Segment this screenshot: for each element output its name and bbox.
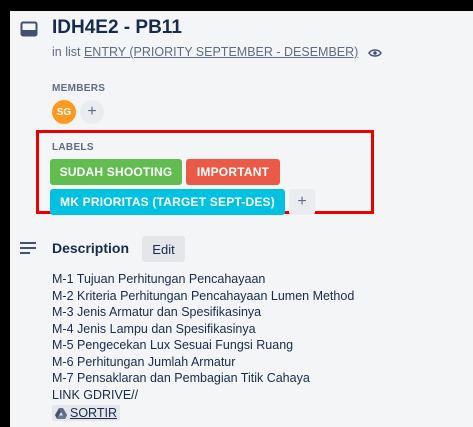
members-heading: MEMBERS [52, 83, 106, 94]
description-line: M-2 Kriteria Perhitungan Pencahayaan Lum… [52, 288, 355, 303]
card-title[interactable]: IDH4E2 - PB11 [52, 17, 182, 39]
google-drive-icon [55, 407, 67, 419]
in-list-line: in list ENTRY (PRIORITY SEPTEMBER - DESE… [52, 45, 382, 59]
labels-heading: LABELS [52, 142, 94, 153]
avatar[interactable]: SG [52, 100, 76, 124]
list-name-link[interactable]: ENTRY (PRIORITY SEPTEMBER - DESEMBER) [84, 45, 358, 59]
sortir-drive-link[interactable]: SORTIR [52, 405, 120, 421]
description-line: M-1 Tujuan Perhitungan Pencahayaan [52, 272, 266, 286]
add-label-button[interactable]: + [289, 189, 315, 215]
description-line: M-4 Jenis Lampu dan Spesifikasinya [52, 321, 256, 336]
label-important[interactable]: IMPORTANT [186, 159, 280, 185]
description-line: M-5 Pengecekan Lux Sesuai Fungsi Ruang [52, 338, 294, 352]
eye-icon[interactable] [367, 48, 382, 58]
description-line: M-7 Pensaklaran dan Pembagian Titik Caha… [52, 371, 310, 385]
add-member-button[interactable]: + [80, 100, 104, 124]
card-detail-panel: IDH4E2 - PB11 in list ENTRY (PRIORITY SE… [10, 11, 473, 427]
label-sudah-shooting[interactable]: SUDAH SHOOTING [50, 159, 182, 185]
description-text: M-1 Tujuan Perhitungan Pencahayaan M-2 K… [52, 271, 354, 403]
sortir-link-text: SORTIR [70, 406, 117, 420]
edit-description-button[interactable]: Edit [142, 236, 185, 262]
description-line: M-6 Perhitungan Jumlah Armatur [52, 354, 236, 369]
description-line: M-3 Jenis Armatur dan Spesifikasinya [52, 305, 262, 319]
description-line: LINK GDRIVE// [52, 387, 139, 402]
in-list-prefix: in list [52, 45, 81, 59]
card-icon [20, 21, 38, 37]
label-mk-prioritas[interactable]: MK PRIORITAS (TARGET SEPT-DES) [50, 189, 285, 215]
description-heading: Description [52, 240, 130, 256]
description-icon [20, 242, 36, 254]
